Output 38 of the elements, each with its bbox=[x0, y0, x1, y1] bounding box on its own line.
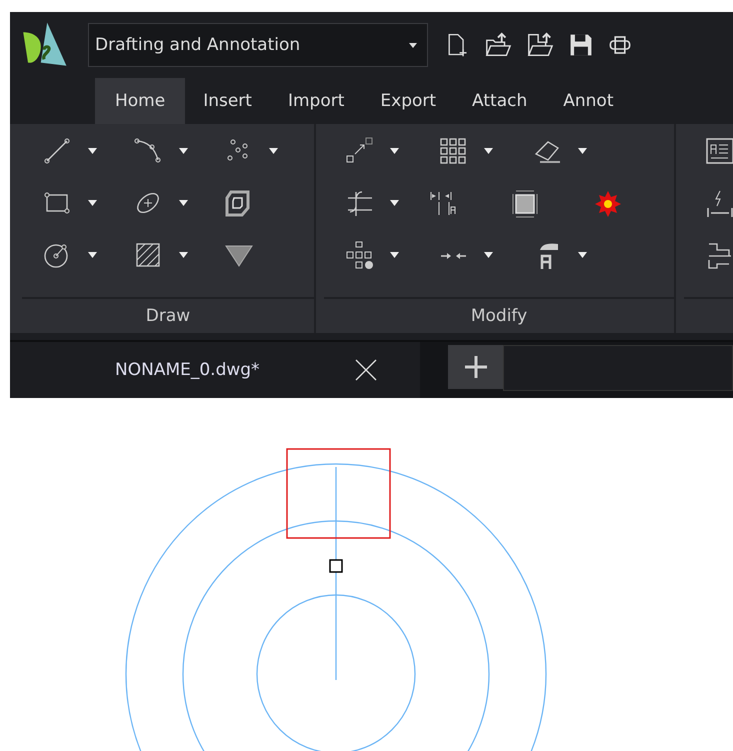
document-title: NONAME_0.dwg* bbox=[115, 360, 260, 380]
ribbon-tab[interactable]: Insert bbox=[185, 78, 270, 124]
caret-icon[interactable] bbox=[88, 148, 97, 154]
caret-icon[interactable] bbox=[484, 148, 493, 154]
workspace-dropdown[interactable]: Drafting and Annotation bbox=[88, 23, 428, 67]
ribbon-tab[interactable]: Home bbox=[95, 78, 186, 124]
ribbon-tab[interactable]: Import bbox=[270, 78, 362, 124]
caret-icon[interactable] bbox=[178, 252, 188, 258]
caret-icon[interactable] bbox=[390, 148, 399, 154]
panel-title: Modify bbox=[470, 306, 528, 326]
caret-icon bbox=[409, 42, 417, 48]
grip-handle[interactable] bbox=[329, 559, 343, 573]
grid-icon[interactable] bbox=[344, 240, 374, 270]
printer-icon[interactable] bbox=[608, 33, 632, 57]
panel-title: Draw bbox=[146, 306, 190, 326]
caret-icon[interactable] bbox=[578, 148, 587, 154]
ribbon-tab[interactable]: Attach bbox=[454, 78, 546, 124]
caret-icon[interactable] bbox=[390, 252, 399, 258]
close-icon[interactable] bbox=[354, 359, 377, 381]
plus-icon bbox=[464, 355, 488, 379]
caret-icon[interactable] bbox=[578, 252, 587, 258]
text-icon[interactable] bbox=[704, 136, 733, 166]
folder-icon[interactable] bbox=[484, 31, 512, 59]
caret-icon[interactable] bbox=[484, 252, 493, 258]
ribbon-tab[interactable]: Export bbox=[362, 78, 454, 124]
line-icon[interactable] bbox=[42, 136, 72, 166]
caret-icon[interactable] bbox=[88, 252, 97, 258]
caret-icon[interactable] bbox=[269, 148, 278, 154]
caret-icon[interactable] bbox=[178, 200, 188, 206]
document-tab[interactable]: NONAME_0.dwg* bbox=[10, 342, 420, 398]
array-icon[interactable] bbox=[438, 136, 468, 166]
caret-icon[interactable] bbox=[390, 200, 399, 206]
save-icon[interactable] bbox=[568, 32, 594, 58]
new-tab-button[interactable] bbox=[448, 345, 503, 389]
caret-icon[interactable] bbox=[178, 148, 188, 154]
caret-icon[interactable] bbox=[88, 200, 97, 206]
folder-icon[interactable] bbox=[526, 31, 554, 59]
ribbon-tab[interactable]: Annot bbox=[545, 78, 632, 124]
